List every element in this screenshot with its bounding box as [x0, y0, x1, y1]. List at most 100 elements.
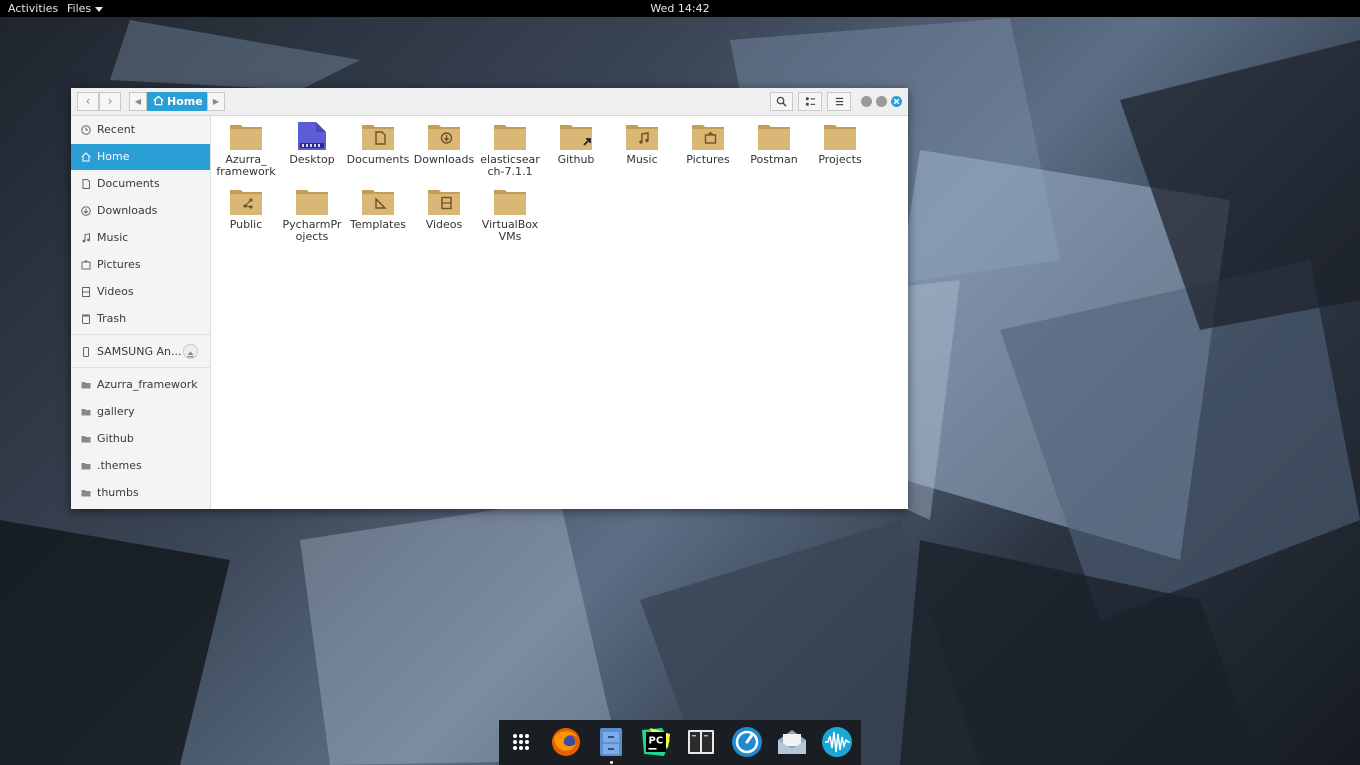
- header-bar: ‹ › ◀ Home ▶: [71, 88, 908, 116]
- file-item-github[interactable]: Github: [543, 121, 609, 166]
- sidebar-item-label: Documents: [97, 177, 160, 190]
- film-icon: [82, 287, 90, 297]
- sidebar-bookmark-themes[interactable]: .themes: [71, 453, 210, 479]
- file-item-public[interactable]: Public: [213, 186, 279, 231]
- folder-icon: [428, 125, 460, 150]
- sidebar-item-trash[interactable]: Trash: [71, 306, 210, 332]
- running-indicator: [610, 761, 613, 764]
- sidebar-item-home[interactable]: Home: [71, 144, 210, 170]
- folder-icon: [230, 125, 262, 150]
- view-toggle-button[interactable]: [798, 92, 822, 111]
- show-applications-icon[interactable]: [505, 726, 537, 758]
- file-item-documents[interactable]: Documents: [345, 121, 411, 166]
- chevron-left-icon: ‹: [85, 94, 91, 108]
- sidebar-item-label: Home: [97, 150, 130, 163]
- sidebar-bookmark-gallery[interactable]: gallery: [71, 399, 210, 425]
- sidebar-item-label: Pictures: [97, 258, 141, 271]
- file-item-label: Downloads: [413, 153, 475, 166]
- sidebar-bookmark-github[interactable]: Github: [71, 426, 210, 452]
- file-item-desktop[interactable]: Desktop: [279, 121, 345, 166]
- eject-button[interactable]: [183, 344, 198, 359]
- download-icon: [81, 206, 91, 216]
- search-button[interactable]: [770, 92, 793, 111]
- desktop-folder-icon: [298, 122, 326, 150]
- file-item-label: Github: [557, 153, 595, 166]
- home-icon: [153, 95, 164, 106]
- top-bar: Activities Files Wed 14:42: [0, 0, 1360, 17]
- sidebar-item-documents[interactable]: Documents: [71, 171, 210, 197]
- sidebar-item-label: Github: [97, 432, 134, 445]
- file-item-label: elasticsear ch-7.1.1: [480, 153, 540, 178]
- folder-icon: [296, 190, 328, 215]
- file-item-downloads[interactable]: Downloads: [411, 121, 477, 166]
- folder-icon: [428, 190, 460, 215]
- picture-icon: [81, 260, 91, 270]
- sidebar-item-recent[interactable]: Recent: [71, 117, 210, 143]
- sidebar-item-music[interactable]: Music: [71, 225, 210, 251]
- pycharm-icon[interactable]: PC: [640, 726, 672, 758]
- eject-icon: [187, 351, 194, 358]
- close-icon: [893, 98, 900, 105]
- close-button[interactable]: [891, 96, 902, 107]
- breadcrumb-right-button[interactable]: ▶: [207, 92, 225, 111]
- breadcrumb-home[interactable]: Home: [147, 92, 207, 111]
- folder-icon: [81, 382, 91, 389]
- file-item-azurra-framework[interactable]: Azurra_ framework: [213, 121, 279, 178]
- file-item-pycharmprojects[interactable]: PycharmPr ojects: [279, 186, 345, 243]
- sidebar-item-label: thumbs: [97, 486, 139, 499]
- file-item-elasticsearch-7-1-1[interactable]: elasticsear ch-7.1.1: [477, 121, 543, 178]
- file-item-videos[interactable]: Videos: [411, 186, 477, 231]
- firefox-icon[interactable]: [550, 726, 582, 758]
- file-item-templates[interactable]: Templates: [345, 186, 411, 231]
- sidebar: Recent Home Documents Downloads Music Pi…: [71, 116, 211, 509]
- files-icon[interactable]: [595, 726, 627, 758]
- clock[interactable]: Wed 14:42: [0, 2, 1360, 15]
- file-item-pictures[interactable]: Pictures: [675, 121, 741, 166]
- file-item-label: Music: [626, 153, 658, 166]
- file-item-label: Pictures: [686, 153, 730, 166]
- folder-icon: [81, 436, 91, 443]
- timer-icon[interactable]: [731, 726, 763, 758]
- file-item-virtualboxvms[interactable]: VirtualBox VMs: [477, 186, 543, 243]
- breadcrumb-label: Home: [167, 95, 203, 108]
- file-item-label: Desktop: [289, 153, 335, 166]
- sidebar-divider: [71, 367, 210, 368]
- minimize-button[interactable]: [861, 96, 872, 107]
- folder-icon: [626, 125, 658, 150]
- trash-icon: [82, 314, 90, 324]
- sidebar-item-label: gallery: [97, 405, 135, 418]
- file-item-label: Projects: [818, 153, 862, 166]
- sidebar-bookmark-azurra-framework[interactable]: Azurra_framework: [71, 372, 210, 398]
- folder-icon: [494, 125, 526, 150]
- sidebar-item-videos[interactable]: Videos: [71, 279, 210, 305]
- file-grid: Azurra_ framework Desktop Documents Downloa…: [211, 116, 908, 509]
- forward-button[interactable]: ›: [99, 92, 121, 111]
- file-item-music[interactable]: Music: [609, 121, 675, 166]
- list-view-icon: [805, 97, 815, 106]
- mail-icon[interactable]: [776, 726, 808, 758]
- breadcrumb-left-button[interactable]: ◀: [129, 92, 147, 111]
- file-item-postman[interactable]: Postman: [741, 121, 807, 166]
- phone-icon: [83, 347, 89, 357]
- file-item-label: Public: [229, 218, 263, 231]
- menu-button[interactable]: [827, 92, 851, 111]
- sidebar-item-pictures[interactable]: Pictures: [71, 252, 210, 278]
- file-item-label: Postman: [750, 153, 798, 166]
- maximize-button[interactable]: [876, 96, 887, 107]
- pycharm-label: PC: [649, 736, 664, 747]
- sidebar-bookmark-thumbs[interactable]: thumbs: [71, 480, 210, 506]
- terminal-icon[interactable]: [685, 726, 717, 758]
- file-item-label: Documents: [346, 153, 410, 166]
- sidebar-item-device[interactable]: SAMSUNG An...: [71, 339, 210, 365]
- back-button[interactable]: ‹: [77, 92, 99, 111]
- sidebar-item-label: .themes: [97, 459, 142, 472]
- audio-wave-icon[interactable]: [821, 726, 853, 758]
- file-item-projects[interactable]: Projects: [807, 121, 873, 166]
- folder-icon: [692, 125, 724, 150]
- sidebar-item-downloads[interactable]: Downloads: [71, 198, 210, 224]
- folder-icon: [81, 463, 91, 470]
- sidebar-item-label: SAMSUNG An...: [97, 345, 182, 358]
- home-icon: [81, 152, 91, 162]
- sidebar-item-label: Downloads: [97, 204, 158, 217]
- hamburger-menu-icon: [835, 97, 843, 106]
